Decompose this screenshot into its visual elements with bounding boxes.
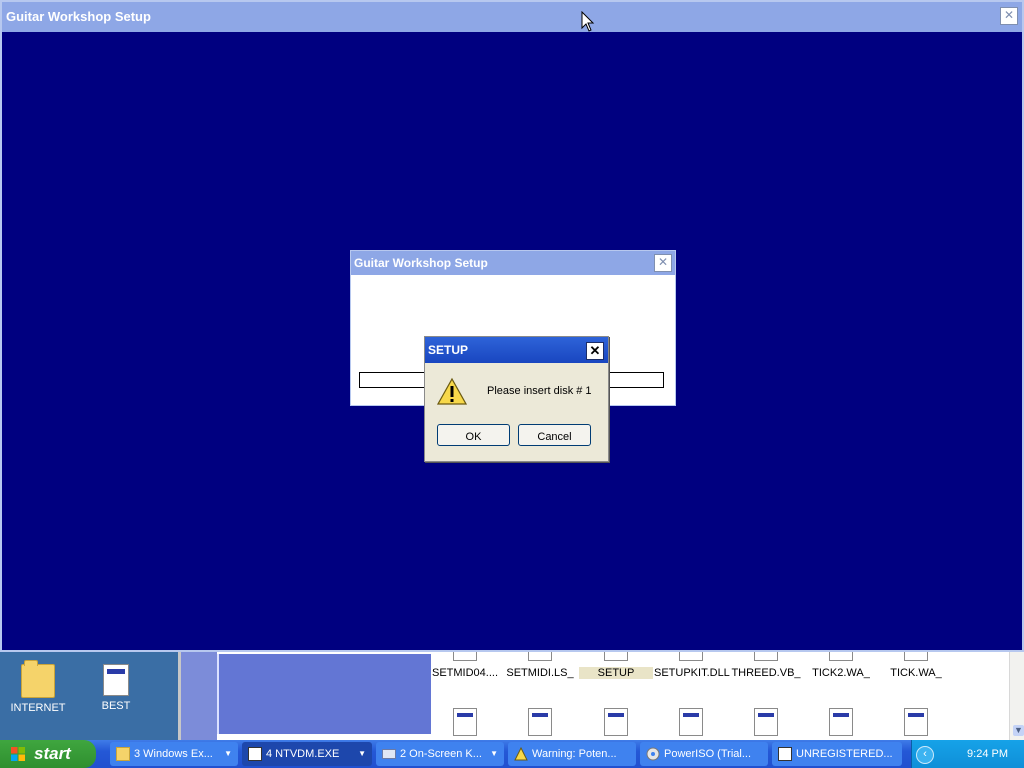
windows-logo-icon bbox=[11, 747, 25, 761]
app-icon bbox=[778, 747, 792, 761]
file-item[interactable]: SETMID04.... bbox=[428, 650, 502, 679]
warning-icon bbox=[514, 747, 528, 761]
task-label: 3 Windows Ex... bbox=[134, 748, 213, 760]
file-item[interactable] bbox=[804, 708, 878, 736]
close-icon[interactable]: ✕ bbox=[654, 254, 672, 272]
file-item[interactable]: SETMIDI.LS_ bbox=[503, 650, 577, 679]
start-label: start bbox=[34, 744, 71, 763]
file-item[interactable]: TICK.WA_ bbox=[879, 650, 953, 679]
desktop-icon-label: INTERNET bbox=[10, 702, 66, 714]
desktop-icon-best[interactable]: BEST bbox=[80, 658, 152, 712]
file-icon bbox=[829, 708, 853, 736]
file-item[interactable] bbox=[729, 708, 803, 736]
file-item[interactable]: SETUP bbox=[579, 650, 653, 679]
taskbar-button-explorer[interactable]: 3 Windows Ex... ▼ bbox=[110, 742, 238, 766]
file-item[interactable]: THREED.VB_ bbox=[729, 650, 803, 679]
file-icon bbox=[754, 708, 778, 736]
explorer-task-pane bbox=[217, 654, 431, 734]
taskbar-button-ntvdm[interactable]: 4 NTVDM.EXE ▼ bbox=[242, 742, 372, 766]
taskbar-button-poweriso[interactable]: PowerISO (Trial... bbox=[640, 742, 768, 766]
explorer-left-pane bbox=[181, 650, 217, 740]
file-item[interactable]: TICK2.WA_ bbox=[804, 650, 878, 679]
start-button[interactable]: start bbox=[0, 740, 96, 768]
file-item[interactable] bbox=[879, 708, 953, 736]
close-icon[interactable]: ✕ bbox=[1000, 7, 1018, 25]
task-label: UNREGISTERED... bbox=[796, 748, 893, 760]
file-item[interactable]: SETUPKIT.DLL bbox=[654, 650, 730, 679]
task-label: 2 On-Screen K... bbox=[400, 748, 482, 760]
setup-dialog: SETUP ✕ Please insert disk # 1 OK Cancel bbox=[424, 336, 609, 462]
dialog-message: Please insert disk # 1 bbox=[487, 385, 592, 397]
chevron-down-icon: ▼ bbox=[358, 749, 366, 758]
desktop-icon-label: BEST bbox=[101, 700, 131, 712]
inner-window-title: Guitar Workshop Setup bbox=[351, 251, 675, 275]
main-window-title: Guitar Workshop Setup bbox=[2, 2, 1022, 32]
chevron-down-icon: ▼ bbox=[490, 749, 498, 758]
file-item[interactable] bbox=[428, 708, 502, 736]
document-icon bbox=[103, 664, 129, 696]
taskbar-button-on-screen-keyboard[interactable]: 2 On-Screen K... ▼ bbox=[376, 742, 504, 766]
folder-icon bbox=[116, 747, 130, 761]
file-icon bbox=[453, 708, 477, 736]
system-tray: ‹ 9:24 PM bbox=[911, 740, 1024, 768]
chevron-down-icon: ▼ bbox=[224, 749, 232, 758]
clock: 9:24 PM bbox=[967, 748, 1008, 760]
file-icon bbox=[604, 708, 628, 736]
folder-icon bbox=[21, 660, 55, 698]
file-item[interactable] bbox=[654, 708, 728, 736]
explorer-window: SETMID04.... SETMIDI.LS_ SETUP SETUPKIT.… bbox=[178, 650, 1024, 740]
scroll-down-icon[interactable]: ▼ bbox=[1013, 725, 1024, 736]
cancel-button[interactable]: Cancel bbox=[518, 424, 591, 446]
task-label: 4 NTVDM.EXE bbox=[266, 748, 340, 760]
file-item[interactable] bbox=[503, 708, 577, 736]
chevron-left-icon[interactable]: ‹ bbox=[916, 746, 934, 764]
file-icon bbox=[679, 708, 703, 736]
taskbar-button-warning[interactable]: Warning: Poten... bbox=[508, 742, 636, 766]
taskbar: start 3 Windows Ex... ▼ 4 NTVDM.EXE ▼ 2 … bbox=[0, 740, 1024, 768]
vertical-scrollbar[interactable]: ▼ bbox=[1009, 650, 1024, 740]
mouse-cursor-icon bbox=[581, 11, 595, 32]
close-icon[interactable]: ✕ bbox=[586, 342, 604, 360]
ok-button[interactable]: OK bbox=[437, 424, 510, 446]
task-label: PowerISO (Trial... bbox=[664, 748, 751, 760]
window-icon bbox=[248, 747, 262, 761]
dialog-title: SETUP bbox=[425, 337, 608, 363]
file-icon bbox=[904, 708, 928, 736]
keyboard-icon bbox=[382, 749, 396, 759]
file-item[interactable] bbox=[579, 708, 653, 736]
file-icon bbox=[528, 708, 552, 736]
warning-icon bbox=[437, 377, 467, 405]
task-label: Warning: Poten... bbox=[532, 748, 617, 760]
taskbar-button-unregistered[interactable]: UNREGISTERED... bbox=[772, 742, 902, 766]
desktop-icon-internet[interactable]: INTERNET bbox=[2, 658, 74, 714]
disc-icon bbox=[646, 747, 660, 761]
